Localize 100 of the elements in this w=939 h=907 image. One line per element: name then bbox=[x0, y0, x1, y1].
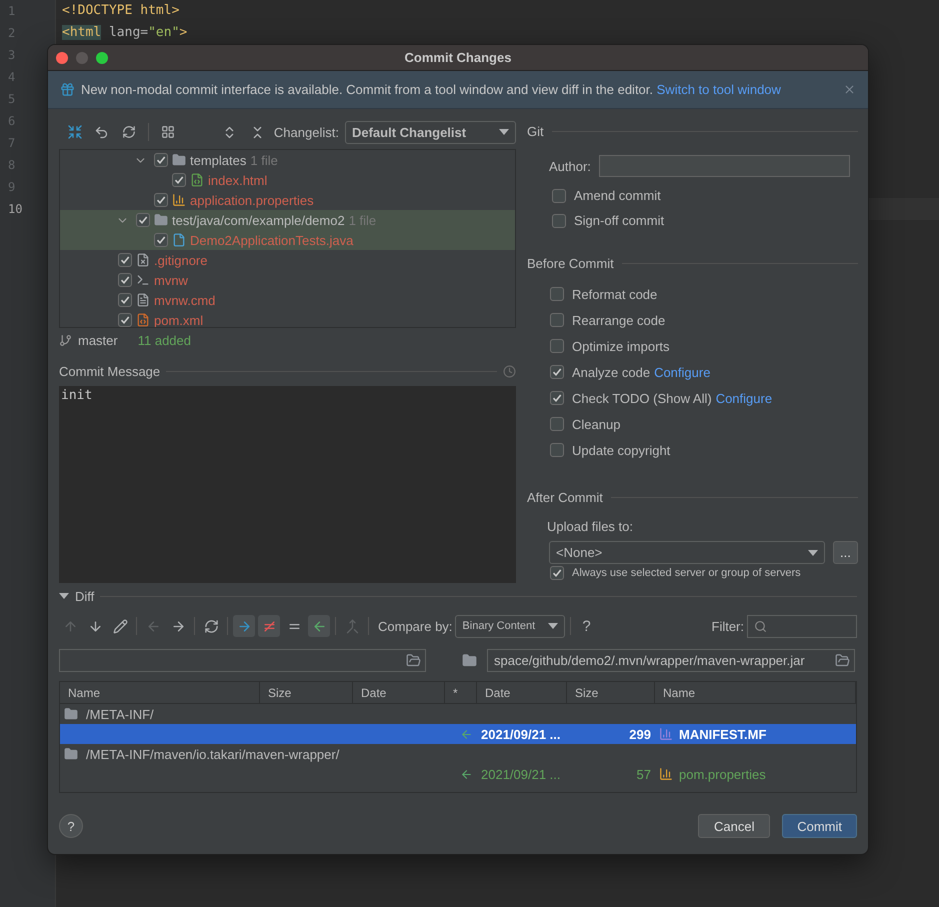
folder-icon bbox=[462, 653, 477, 668]
column-header[interactable]: Date bbox=[477, 682, 567, 704]
file-name: index.html bbox=[208, 172, 268, 188]
checkbox[interactable] bbox=[136, 213, 150, 227]
diff-row[interactable]: 2021/09/21 ... 57 pom.properties bbox=[60, 764, 856, 784]
switch-link[interactable]: Switch to tool window bbox=[656, 82, 781, 97]
file-name: mvnw bbox=[154, 272, 188, 288]
checkbox[interactable] bbox=[550, 365, 564, 379]
file-size: 57 bbox=[636, 766, 652, 782]
configure-link[interactable]: Configure bbox=[654, 364, 710, 380]
checkbox[interactable] bbox=[154, 193, 168, 207]
option-label: Analyze code bbox=[572, 364, 650, 380]
help-button[interactable]: ? bbox=[576, 618, 597, 634]
checkbox[interactable] bbox=[118, 253, 132, 267]
configure-link[interactable]: Configure bbox=[716, 390, 772, 406]
branch-icon bbox=[59, 334, 72, 346]
commit-button[interactable]: Commit bbox=[782, 814, 857, 838]
folder-icon[interactable] bbox=[406, 653, 421, 668]
collapse-triangle-icon[interactable] bbox=[59, 593, 69, 599]
section-title: Before Commit bbox=[527, 256, 614, 270]
refresh-icon bbox=[204, 618, 218, 634]
checkbox[interactable] bbox=[550, 417, 564, 431]
window-title: Commit Changes bbox=[404, 50, 512, 65]
commit-message-field[interactable]: init bbox=[59, 386, 516, 583]
section-title: After Commit bbox=[527, 490, 603, 504]
option-label: Cleanup bbox=[572, 416, 620, 432]
column-header[interactable]: Name bbox=[655, 682, 856, 704]
checkbox[interactable] bbox=[154, 233, 168, 247]
bar-chart-icon bbox=[659, 767, 673, 781]
option-label: Sign-off commit bbox=[574, 213, 664, 228]
browse-button[interactable]: ... bbox=[833, 541, 858, 564]
right-arrow-button[interactable] bbox=[233, 615, 255, 637]
author-field[interactable] bbox=[598, 155, 850, 177]
file-count: 1 file bbox=[250, 152, 278, 168]
option-label: Amend commit bbox=[574, 188, 661, 203]
section-title: Git bbox=[527, 124, 544, 138]
cancel-button[interactable]: Cancel bbox=[698, 814, 770, 838]
column-header[interactable]: * bbox=[445, 682, 477, 704]
checkbox[interactable] bbox=[552, 188, 566, 202]
filter-field[interactable] bbox=[747, 614, 857, 638]
section-title: Diff bbox=[75, 588, 94, 604]
folder-icon bbox=[172, 153, 186, 167]
merge-icon bbox=[344, 618, 360, 634]
folder-path[interactable]: /META-INF/maven/io.takari/maven-wrapper/ bbox=[82, 746, 344, 762]
file-name: pom.xml bbox=[154, 312, 204, 327]
diff-row[interactable]: 2021/09/21 ... 299 MANIFEST.MF bbox=[60, 724, 856, 744]
upload-label: Upload files to: bbox=[547, 518, 633, 534]
upload-dropdown[interactable]: <None> bbox=[549, 541, 825, 564]
close-button[interactable] bbox=[56, 52, 68, 64]
file-date: 2021/09/21 ... bbox=[480, 726, 562, 742]
file-name: application.properties bbox=[190, 192, 314, 208]
zoom-button[interactable] bbox=[96, 52, 108, 64]
folder-path[interactable]: /META-INF/ bbox=[82, 706, 158, 722]
file-name: .gitignore bbox=[154, 252, 208, 268]
checkbox[interactable] bbox=[172, 173, 186, 187]
option-label: Check TODO (Show All) bbox=[572, 390, 712, 406]
column-header[interactable]: Name bbox=[60, 682, 260, 704]
checkbox[interactable] bbox=[552, 214, 566, 228]
path-text: space/github/demo2/.mvn/wrapper/maven-wrapper.jar bbox=[494, 653, 805, 668]
not-equal-icon bbox=[262, 618, 276, 634]
checkbox[interactable] bbox=[550, 566, 564, 580]
left-arrow-icon bbox=[460, 768, 473, 780]
left-path-field[interactable] bbox=[59, 649, 426, 672]
close-icon[interactable] bbox=[843, 83, 856, 96]
terminal-icon bbox=[136, 273, 150, 287]
history-icon[interactable] bbox=[503, 364, 516, 378]
folder-icon[interactable] bbox=[835, 653, 850, 668]
author-label: Author: bbox=[549, 158, 591, 174]
help-button[interactable]: ? bbox=[59, 814, 83, 838]
checkbox[interactable] bbox=[118, 273, 132, 287]
tree-row[interactable]: templates 1 file bbox=[60, 150, 515, 170]
file-name: mvnw.cmd bbox=[154, 292, 216, 308]
checkbox[interactable] bbox=[154, 153, 168, 167]
refresh-icon bbox=[122, 125, 136, 139]
checkbox[interactable] bbox=[550, 339, 564, 353]
column-header[interactable]: Size bbox=[260, 682, 353, 704]
checkbox[interactable] bbox=[118, 293, 132, 307]
left-arrow-icon bbox=[460, 728, 473, 740]
line-number: 10 bbox=[7, 201, 24, 218]
right-path-field[interactable]: space/github/demo2/.mvn/wrapper/maven-wrapper.jar bbox=[487, 649, 855, 672]
checkbox[interactable] bbox=[118, 313, 132, 327]
folder-icon bbox=[64, 707, 78, 721]
checkbox[interactable] bbox=[550, 391, 564, 405]
not-equal-button[interactable] bbox=[258, 615, 280, 637]
pencil-icon bbox=[112, 618, 128, 634]
change-summary: 11 added bbox=[138, 332, 191, 348]
checkbox[interactable] bbox=[550, 287, 564, 301]
file-name: MANIFEST.MF bbox=[679, 726, 766, 742]
file-size: 299 bbox=[628, 726, 652, 742]
checkbox[interactable] bbox=[550, 443, 564, 457]
compare-dropdown[interactable]: Binary Content bbox=[455, 614, 566, 638]
file-icon bbox=[172, 233, 186, 247]
checkbox[interactable] bbox=[550, 313, 564, 327]
right-arrow-icon bbox=[170, 618, 186, 634]
changelist-dropdown[interactable]: Default Changelist bbox=[344, 120, 516, 144]
column-header[interactable]: Date bbox=[353, 682, 445, 704]
left-arrow-button[interactable] bbox=[308, 615, 330, 637]
file-name: test/java/com/example/demo2 bbox=[172, 212, 345, 228]
column-header[interactable]: Size bbox=[567, 682, 655, 704]
undo-icon bbox=[94, 124, 110, 140]
